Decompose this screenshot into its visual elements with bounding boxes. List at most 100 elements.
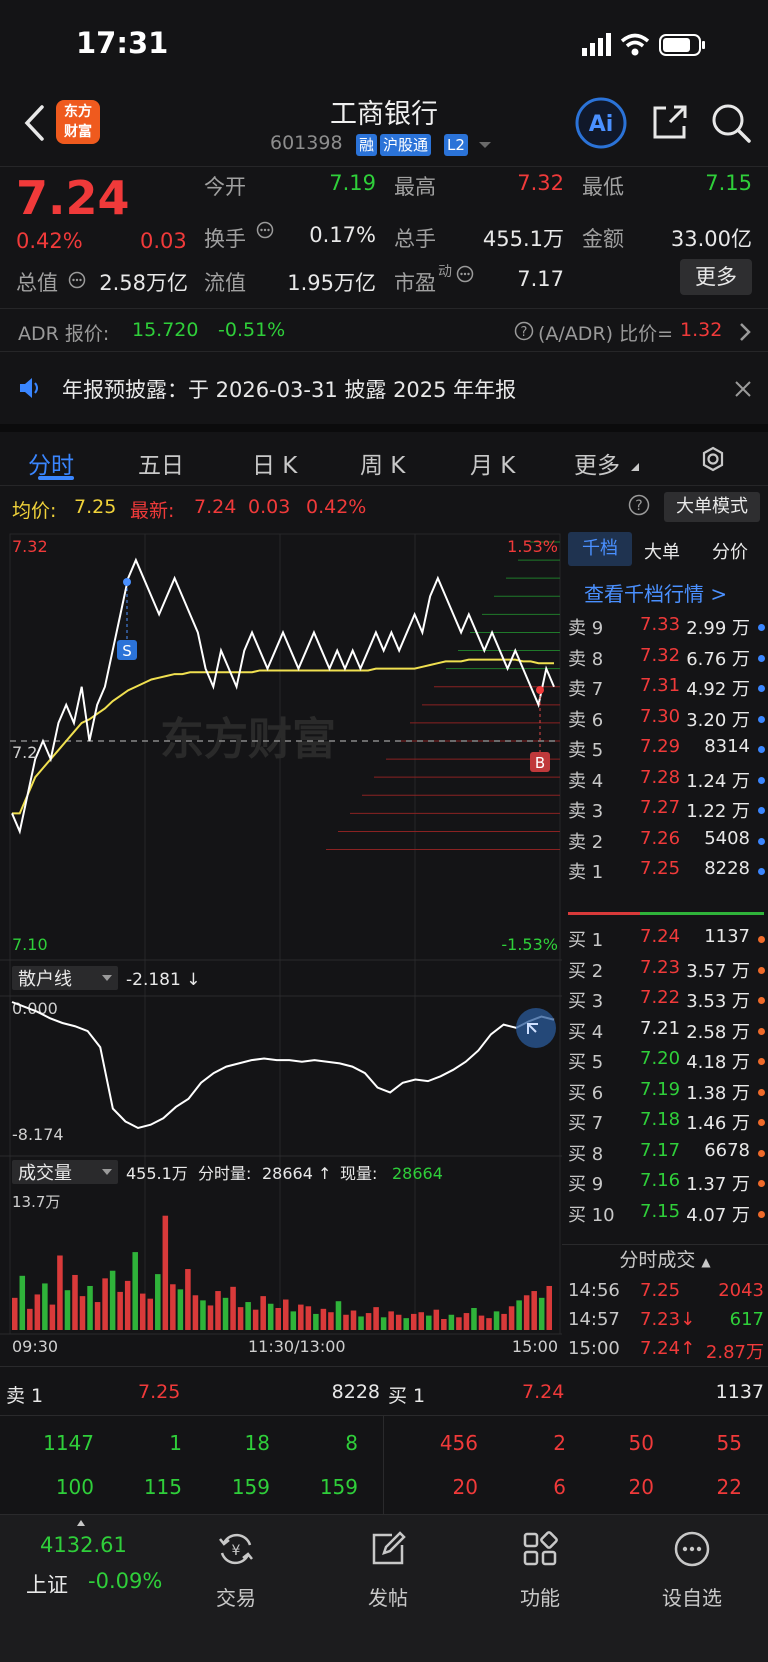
ask-row[interactable]: 卖 8 7.32 6.76 万	[562, 645, 768, 677]
adr-label: ADR 报价:	[18, 323, 110, 345]
bid-row[interactable]: 买 5 7.20 4.18 万	[562, 1048, 768, 1080]
current-price: 7.24	[16, 171, 130, 225]
volume-bar	[523, 1295, 530, 1330]
book-balance-sell	[568, 912, 640, 915]
book-dot-icon	[758, 807, 765, 814]
volume-bar	[426, 1315, 432, 1330]
tab-functions[interactable]: 功能	[480, 1529, 600, 1611]
book-price: 7.17	[640, 1139, 681, 1161]
book-dot-icon	[758, 776, 765, 784]
chart-watermark: 东方财富	[160, 714, 336, 765]
help-icon[interactable]: ?	[628, 494, 650, 516]
bid-row[interactable]: 买 8 7.17 6678	[562, 1140, 768, 1172]
avg-label: 均价:	[12, 500, 57, 522]
y-axis-top: 7.32	[12, 537, 48, 556]
edit-icon	[372, 1531, 406, 1565]
volume-bar	[57, 1255, 63, 1330]
tab-daily-k[interactable]: 日 K	[252, 446, 297, 480]
info-icon[interactable]	[256, 221, 274, 239]
volume-bar	[298, 1304, 304, 1330]
latest-value: 7.24	[194, 496, 237, 518]
big-order-mode-button[interactable]: 大单模式	[664, 492, 760, 522]
tab-monthly-k[interactable]: 月 K	[470, 446, 515, 480]
bid-row[interactable]: 买 1 7.24 1137	[562, 926, 768, 958]
tab-intraday[interactable]: 分时	[28, 446, 74, 480]
ask-row[interactable]: 卖 6 7.30 3.20 万	[562, 706, 768, 738]
tab-watchlist[interactable]: 设自选	[632, 1529, 752, 1611]
triangle-down-icon	[631, 463, 639, 471]
volume-bar	[373, 1307, 379, 1330]
bid-row[interactable]: 买 9 7.16 1.37 万	[562, 1170, 768, 1202]
book-price: 7.28	[640, 766, 681, 788]
speaker-icon	[20, 378, 38, 398]
close-icon[interactable]	[734, 380, 752, 398]
book-volume: 6.76 万	[686, 648, 750, 670]
view-depth-link[interactable]: 查看千档行情 >	[584, 578, 727, 607]
tab-weekly-k[interactable]: 周 K	[360, 446, 405, 480]
bid-row[interactable]: 买 6 7.19 1.38 万	[562, 1079, 768, 1111]
sell-queue-cell: 159	[231, 1475, 270, 1499]
volume-bar	[139, 1293, 146, 1330]
expand-button[interactable]	[516, 1008, 556, 1048]
tab-five-day[interactable]: 五日	[138, 446, 184, 480]
gear-icon[interactable]	[698, 444, 728, 474]
ask-row[interactable]: 卖 1 7.25 8228	[562, 858, 768, 890]
book-level-label: 卖 8	[568, 648, 604, 670]
book-volume: 8228	[704, 858, 750, 879]
volume-bar	[501, 1313, 507, 1330]
ask-row[interactable]: 卖 4 7.28 1.24 万	[562, 767, 768, 799]
ask-row[interactable]: 卖 3 7.27 1.22 万	[562, 797, 768, 829]
help-icon[interactable]: ?	[514, 321, 534, 341]
bid-row[interactable]: 买 3 7.22 3.53 万	[562, 987, 768, 1019]
book-level-label: 卖 6	[568, 709, 604, 731]
volume-bar	[388, 1311, 394, 1330]
book-volume: 1.37 万	[686, 1174, 750, 1195]
search-icon[interactable]	[710, 102, 752, 144]
book-volume: 8314	[704, 736, 750, 757]
dropdown-caret-icon[interactable]	[478, 140, 492, 150]
volume-bar	[335, 1301, 342, 1330]
trades-header[interactable]: 分时成交 ▲	[562, 1244, 768, 1274]
volume-bar	[19, 1275, 26, 1330]
ask-row[interactable]: 卖 7 7.31 4.92 万	[562, 675, 768, 707]
signal-wifi-battery-icons	[582, 33, 705, 56]
sell-queue-cell: 115	[143, 1475, 182, 1499]
tab-trade[interactable]: ¥ 交易	[176, 1529, 296, 1611]
tag-connect: 沪股通	[380, 134, 432, 156]
float-value: 1.95万亿	[287, 271, 376, 295]
book-tab-depth[interactable]: 千档	[568, 532, 632, 566]
chart-frame	[9, 533, 561, 1335]
tab-more[interactable]: 更多	[574, 446, 620, 480]
info-icon[interactable]	[456, 265, 474, 283]
buy-queue-cell: 55	[716, 1431, 742, 1455]
index-ticker[interactable]: 4132.61 上证 -0.09%	[0, 1515, 162, 1615]
trade-volume: 2043	[718, 1280, 764, 1301]
book-tab-big-order[interactable]: 大单	[644, 538, 680, 564]
share-icon[interactable]	[650, 102, 690, 142]
ask-row[interactable]: 卖 2 7.26 5408	[562, 828, 768, 860]
volume-bar	[275, 1307, 281, 1330]
book-tab-price[interactable]: 分价	[712, 538, 748, 564]
notice-banner[interactable]: 年报预披露：于 2026-03-31 披露 2025 年年报	[0, 352, 768, 424]
intraday-chart[interactable]: 东方财富 7.32 7.10 7.2 1.53% -1.53% S B 散户线 …	[0, 530, 562, 1366]
more-button[interactable]: 更多	[680, 259, 752, 295]
tab-post[interactable]: 发帖	[328, 1529, 448, 1611]
sell-queue-cell: 1	[169, 1431, 182, 1455]
adr-row[interactable]: ADR 报价: 15.720 -0.51% ? (A/ADR) 比价= 1.32	[0, 308, 768, 352]
ai-assistant-icon[interactable]: Ai	[574, 96, 628, 150]
ask-row[interactable]: 卖 9 7.33 2.99 万	[562, 614, 768, 646]
book-price: 7.33	[640, 614, 681, 635]
total-value: 2.58万亿	[99, 271, 188, 295]
volume-bar	[283, 1299, 289, 1330]
bid-row[interactable]: 买 7 7.18 1.46 万	[562, 1109, 768, 1141]
trades-header-label: 分时成交	[619, 1249, 696, 1271]
book-level-label: 买 9	[568, 1174, 604, 1195]
bid-row[interactable]: 买 10 7.15 4.07 万	[562, 1201, 768, 1233]
bid-row[interactable]: 买 4 7.21 2.58 万	[562, 1018, 768, 1050]
minute-volume: 28664 ↑	[262, 1164, 331, 1183]
bid-row[interactable]: 买 2 7.23 3.57 万	[562, 957, 768, 989]
volume-bar	[109, 1270, 116, 1330]
ask-row[interactable]: 卖 5 7.29 8314	[562, 736, 768, 768]
volume-bar	[546, 1285, 552, 1330]
time-mid: 11:30/13:00	[248, 1337, 346, 1356]
